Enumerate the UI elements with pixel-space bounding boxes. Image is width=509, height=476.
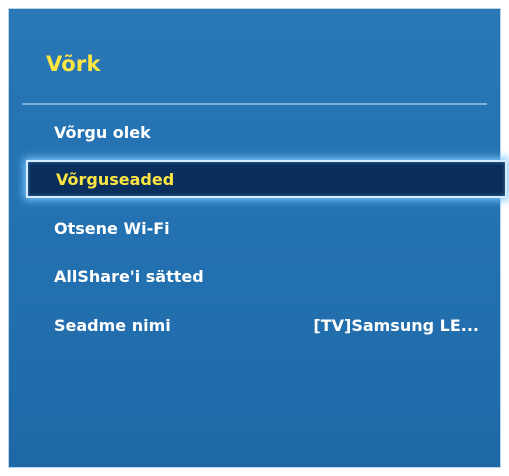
menu-item-network-settings[interactable]: Võrguseaded: [26, 160, 507, 198]
menu-item-wifi-direct[interactable]: Otsene Wi-Fi: [26, 209, 506, 247]
menu-title: Võrk: [46, 52, 101, 76]
menu-item-label: Võrguseaded: [56, 169, 175, 189]
menu-item-device-name[interactable]: Seadme nimi [TV]Samsung LE...: [26, 306, 506, 344]
title-divider: [22, 103, 487, 105]
network-menu-panel: Võrk Võrgu olek Võrguseaded Otsene Wi-Fi…: [0, 0, 509, 476]
menu-item-label: Seadme nimi: [54, 315, 171, 335]
menu-item-label: Otsene Wi-Fi: [54, 218, 170, 238]
menu-item-network-status[interactable]: Võrgu olek: [26, 113, 506, 151]
menu-item-label: Võrgu olek: [54, 122, 151, 142]
menu-item-label: AllShare'i sätted: [54, 266, 204, 286]
device-name-value: [TV]Samsung LE...: [313, 315, 479, 335]
menu-item-allshare-settings[interactable]: AllShare'i sätted: [26, 257, 506, 295]
